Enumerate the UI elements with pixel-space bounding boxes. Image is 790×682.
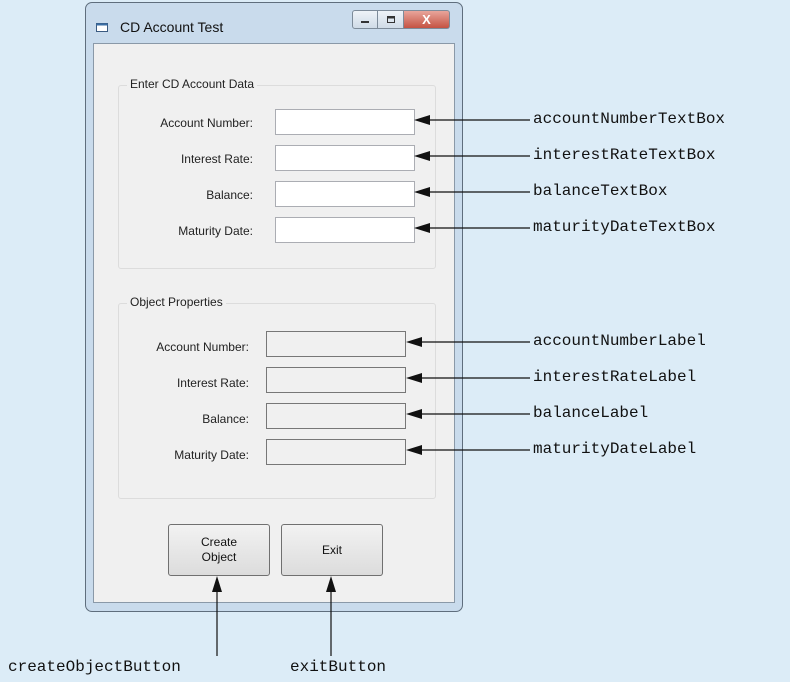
arrowhead-createObjectButton bbox=[212, 576, 222, 592]
callout-balanceLabel: balanceLabel bbox=[533, 404, 649, 422]
callout-maturityDateTextBox: maturityDateTextBox bbox=[533, 218, 716, 236]
arrowhead-maturityDateTextBox bbox=[414, 223, 430, 233]
arrowhead-interestRateLabel bbox=[406, 373, 422, 383]
arrowhead-interestRateTextBox bbox=[414, 151, 430, 161]
callout-createObjectButton: createObjectButton bbox=[8, 658, 181, 676]
callout-interestRateLabel: interestRateLabel bbox=[533, 368, 697, 386]
arrowhead-accountNumberTextBox bbox=[414, 115, 430, 125]
callout-accountNumberTextBox: accountNumberTextBox bbox=[533, 110, 726, 128]
callout-exitButton: exitButton bbox=[290, 658, 387, 676]
arrowhead-accountNumberLabel bbox=[406, 337, 422, 347]
callout-interestRateTextBox: interestRateTextBox bbox=[533, 146, 716, 164]
arrowhead-maturityDateLabel bbox=[406, 445, 422, 455]
arrowhead-balanceLabel bbox=[406, 409, 422, 419]
arrowhead-balanceTextBox bbox=[414, 187, 430, 197]
callout-balanceTextBox: balanceTextBox bbox=[533, 182, 668, 200]
arrowhead-exitButton bbox=[326, 576, 336, 592]
callout-accountNumberLabel: accountNumberLabel bbox=[533, 332, 706, 350]
callout-maturityDateLabel: maturityDateLabel bbox=[533, 440, 697, 458]
